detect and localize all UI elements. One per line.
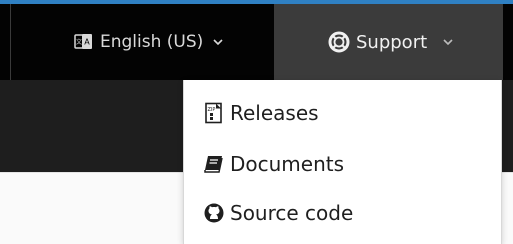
chevron-down-icon [443, 39, 453, 46]
menu-item-source-code[interactable]: Source code [203, 193, 353, 233]
book-icon [204, 156, 223, 173]
github-icon [204, 203, 224, 223]
language-selector[interactable]: A 文 English (US) [58, 4, 274, 80]
menu-item-label: Documents [230, 152, 345, 176]
page: A 文 English (US) Support ZIP Releases Do… [0, 0, 513, 244]
life-ring-icon [328, 31, 350, 53]
menu-item-documents[interactable]: Documents [203, 144, 344, 184]
menu-item-releases[interactable]: ZIP Releases [203, 93, 319, 133]
support-dropdown-menu: ZIP Releases Documents Source code [183, 80, 502, 244]
menu-item-label: Source code [230, 201, 354, 225]
svg-text:文: 文 [76, 38, 82, 46]
svg-text:A: A [84, 38, 90, 47]
support-menu-button[interactable]: Support [274, 4, 503, 80]
releases-icon: ZIP [205, 102, 222, 124]
menu-item-label: Releases [230, 101, 319, 125]
navbar-divider [10, 4, 11, 80]
chevron-down-icon [213, 39, 223, 46]
language-icon: A 文 [74, 34, 92, 49]
support-label: Support [356, 31, 428, 53]
svg-text:ZIP: ZIP [208, 107, 216, 113]
language-label: English (US) [100, 32, 204, 52]
